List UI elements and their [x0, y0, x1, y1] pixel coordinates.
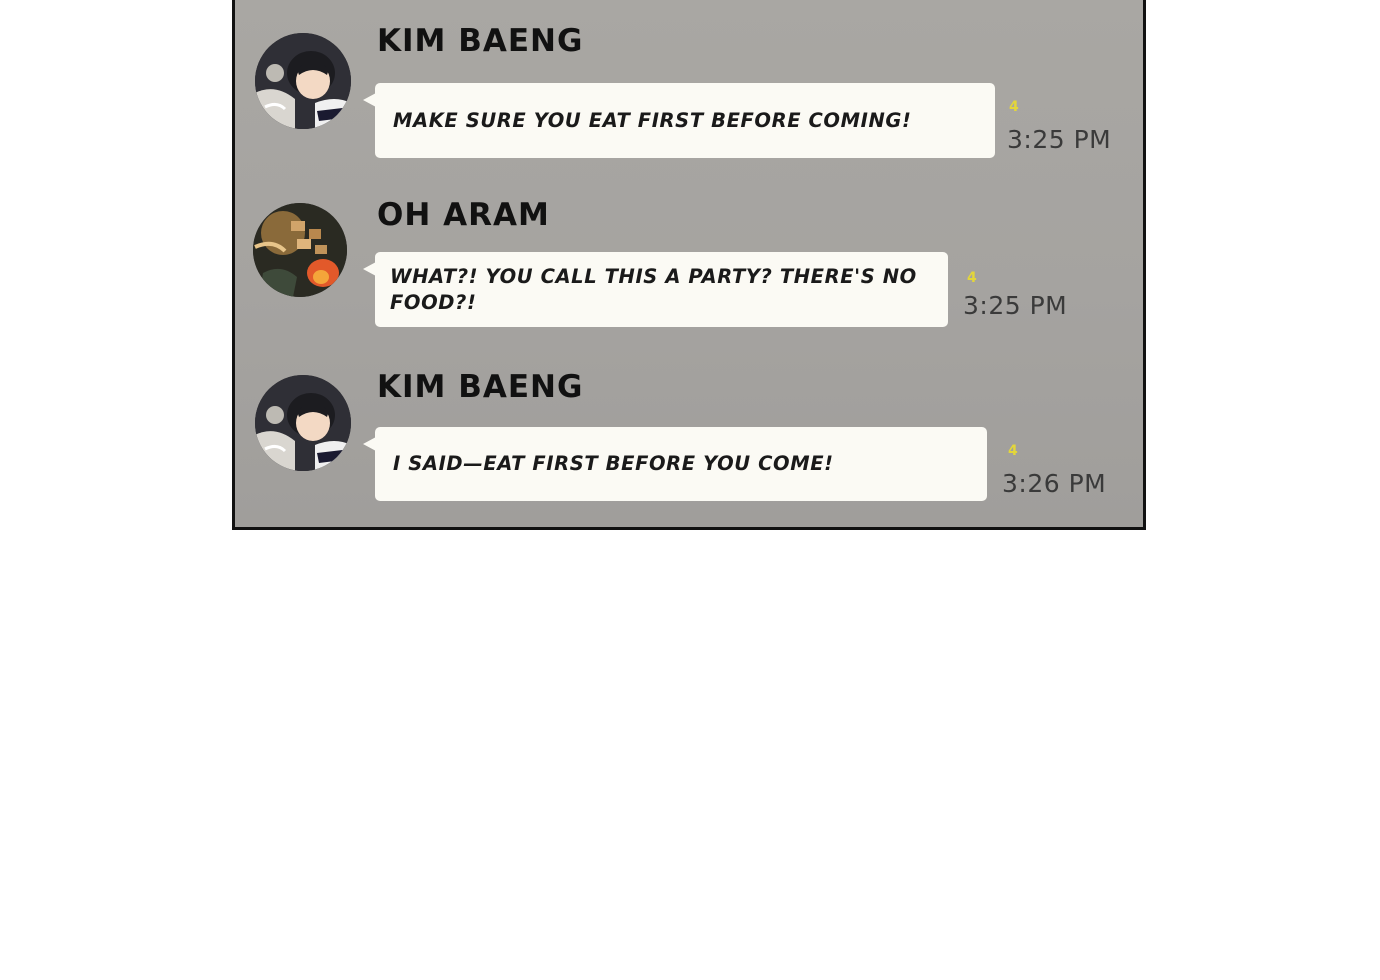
unread-count: 4	[967, 270, 977, 286]
message-bubble[interactable]: MAKE SURE YOU EAT FIRST BEFORE COMING!	[363, 83, 995, 158]
kim-baeng-avatar[interactable]	[255, 375, 351, 471]
sender-name: KIM BAENG	[377, 23, 584, 59]
message-timestamp: 3:25 PM	[963, 291, 1068, 320]
message-timestamp: 3:26 PM	[1002, 469, 1107, 498]
kim-baeng-avatar[interactable]	[255, 33, 351, 129]
message-bubble[interactable]: WHAT?! YOU CALL THIS A PARTY? THERE'S NO…	[363, 252, 948, 327]
message-text: MAKE SURE YOU EAT FIRST BEFORE COMING!	[393, 108, 912, 132]
unread-count: 4	[1009, 99, 1019, 115]
message-timestamp: 3:25 PM	[1007, 125, 1112, 154]
message-bubble[interactable]: I SAID—EAT FIRST BEFORE YOU COME!	[363, 427, 987, 501]
unread-count: 4	[1008, 443, 1018, 459]
message-text: WHAT?! YOU CALL THIS A PARTY? THERE'S NO…	[390, 264, 917, 314]
oh-aram-avatar[interactable]	[253, 203, 347, 297]
sender-name: KIM BAENG	[377, 369, 584, 405]
message-text: I SAID—EAT FIRST BEFORE YOU COME!	[393, 452, 834, 475]
chat-panel: KIM BAENG MAKE SURE YOU EAT FIRST BEFORE…	[232, 0, 1146, 530]
sender-name: OH ARAM	[377, 197, 550, 233]
